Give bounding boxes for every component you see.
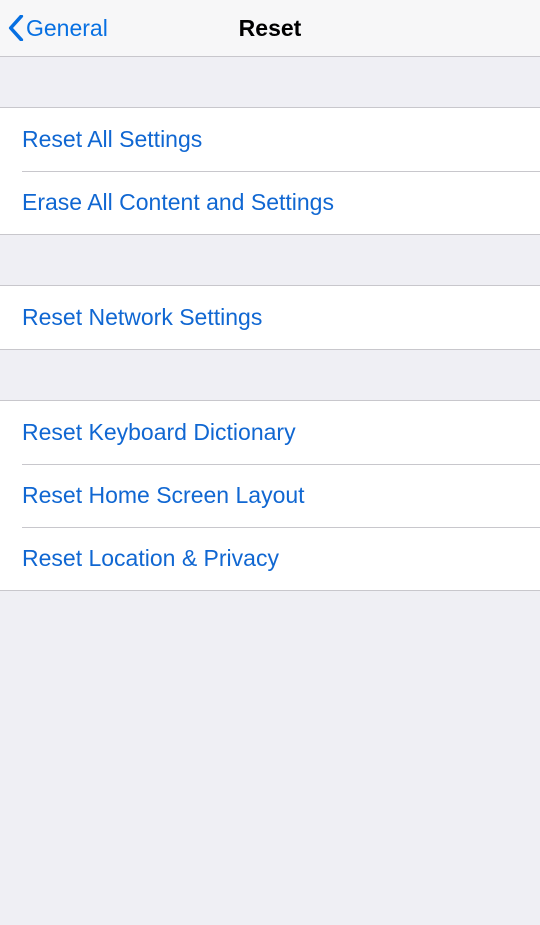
reset-keyboard-dictionary-cell[interactable]: Reset Keyboard Dictionary (0, 401, 540, 464)
back-button-label: General (26, 15, 108, 42)
erase-all-content-cell[interactable]: Erase All Content and Settings (0, 171, 540, 234)
group-spacer (0, 57, 540, 107)
reset-network-settings-cell[interactable]: Reset Network Settings (0, 286, 540, 349)
reset-location-privacy-cell[interactable]: Reset Location & Privacy (0, 527, 540, 590)
reset-all-settings-cell[interactable]: Reset All Settings (0, 108, 540, 171)
group-spacer (0, 235, 540, 285)
chevron-left-icon (8, 15, 24, 41)
cell-label: Reset All Settings (22, 126, 202, 152)
back-button[interactable]: General (0, 15, 108, 42)
settings-group: Reset All Settings Erase All Content and… (0, 107, 540, 235)
cell-label: Reset Location & Privacy (22, 545, 279, 571)
page-title: Reset (239, 15, 302, 42)
cell-label: Reset Network Settings (22, 304, 262, 330)
cell-label: Erase All Content and Settings (22, 189, 334, 215)
settings-group: Reset Network Settings (0, 285, 540, 350)
group-spacer (0, 350, 540, 400)
navigation-bar: General Reset (0, 0, 540, 57)
reset-home-screen-layout-cell[interactable]: Reset Home Screen Layout (0, 464, 540, 527)
settings-group: Reset Keyboard Dictionary Reset Home Scr… (0, 400, 540, 591)
cell-label: Reset Home Screen Layout (22, 482, 305, 508)
cell-label: Reset Keyboard Dictionary (22, 419, 296, 445)
